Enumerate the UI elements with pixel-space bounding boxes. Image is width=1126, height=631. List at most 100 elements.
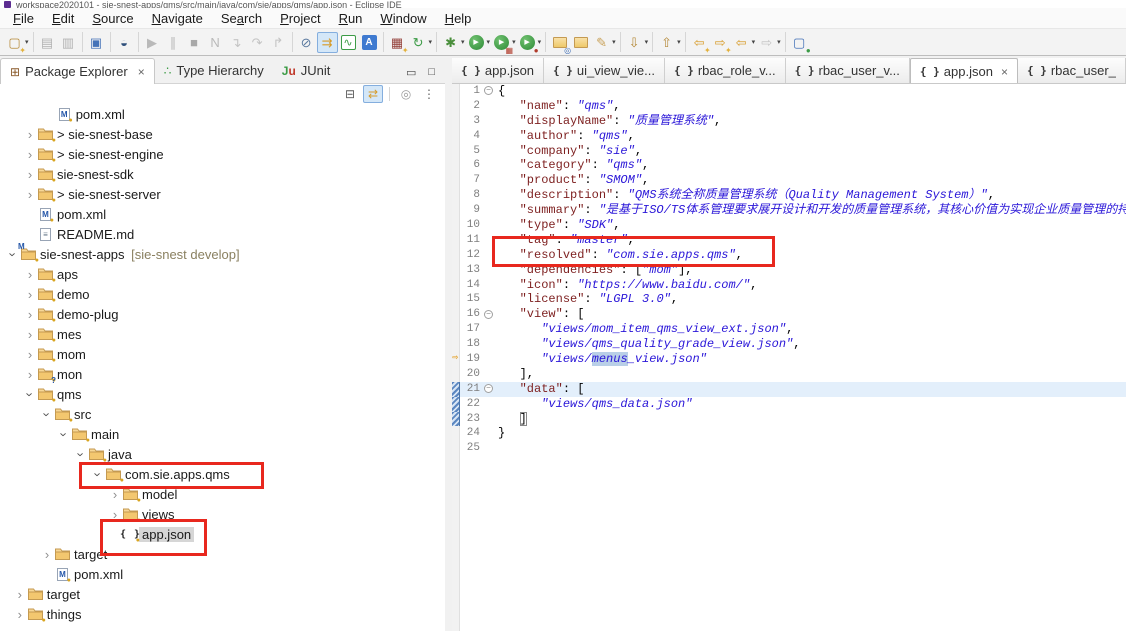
code-line-4[interactable]: 4 "author": "qms", (452, 129, 1126, 144)
menu-run[interactable]: Run (330, 10, 372, 27)
open-folder-button[interactable] (570, 32, 591, 53)
code-line-13[interactable]: 13 "dependencies": ["mom"], (452, 263, 1126, 278)
tree-item-mon[interactable]: ›●?mon (0, 364, 445, 384)
disconnect-button[interactable]: N (205, 32, 226, 53)
open-folder-remote-button[interactable]: ◎ (549, 32, 570, 53)
tree-item-java[interactable]: ›●java (0, 444, 445, 464)
editor-tab-app.json[interactable]: { }app.json× (910, 58, 1018, 84)
code-line-1[interactable]: 1−{ (452, 84, 1126, 99)
code-line-25[interactable]: 25 (452, 441, 1126, 456)
view-menu-button[interactable]: ⋮ (419, 85, 439, 103)
tree-item-sie-snest-server[interactable]: ›●> sie-snest-server (0, 184, 445, 204)
code-line-9[interactable]: 9 "summary": "是基于ISO/TS体系管理要求展开设计和开发的质量管… (452, 203, 1126, 218)
menu-edit[interactable]: Edit (43, 10, 83, 27)
collapse-all-button[interactable]: ⊟ (340, 85, 360, 103)
forward-history-button-dropdown[interactable]: ▾ (777, 38, 781, 46)
save-button[interactable]: ▤ (37, 32, 58, 53)
tree-item-readme.md[interactable]: ≡README.md (0, 224, 445, 244)
code-line-10[interactable]: 10 "type": "SDK", (452, 218, 1126, 233)
expand-arrow-icon[interactable]: › (23, 167, 37, 182)
code-line-16[interactable]: 16− "view": [ (452, 307, 1126, 322)
expand-arrow-icon[interactable]: › (23, 187, 37, 202)
step-over-button[interactable]: ↷ (247, 32, 268, 53)
editor-tab-app.json[interactable]: { }app.json (452, 58, 544, 83)
tree-item-app.json[interactable]: { }●app.json (0, 524, 445, 544)
terminate-button[interactable]: ■ (184, 32, 205, 53)
menu-source[interactable]: Source (83, 10, 142, 27)
menu-search[interactable]: Search (212, 10, 271, 27)
code-line-21[interactable]: 21− "data": [ (452, 382, 1126, 397)
tree-item-sie-snest-apps[interactable]: ›●Msie-snest-apps [sie-snest develop] (0, 244, 445, 264)
tree-item-demo[interactable]: ›●demo (0, 284, 445, 304)
back-history-button[interactable]: ⇦ (731, 32, 752, 53)
editor-tab-rbac-role-v...[interactable]: { }rbac_role_v... (665, 58, 786, 83)
gradle-refresh-button[interactable]: ↻ (408, 32, 429, 53)
expand-arrow-icon[interactable]: › (23, 327, 37, 342)
tree-item-sie-snest-engine[interactable]: ›●> sie-snest-engine (0, 144, 445, 164)
code-line-8[interactable]: 8 "description": "QMS系统全称质量管理系统（Quality … (452, 188, 1126, 203)
minimize-view-button[interactable]: ▭ (406, 66, 416, 79)
expand-arrow-icon[interactable]: › (23, 267, 37, 282)
resume-button[interactable]: ▶ (142, 32, 163, 53)
fold-collapse-icon[interactable]: − (484, 86, 493, 95)
tree-item-demo-plug[interactable]: ›●demo-plug (0, 304, 445, 324)
tree-item-com.sie.apps.qms[interactable]: ›●com.sie.apps.qms (0, 464, 445, 484)
menu-help[interactable]: Help (436, 10, 481, 27)
tree-item-sie-snest-base[interactable]: ›●> sie-snest-base (0, 124, 445, 144)
code-line-22[interactable]: 22 "views/qms_data.json" (452, 397, 1126, 412)
wand-button-dropdown[interactable]: ▾ (612, 38, 616, 46)
flashlight-search-button[interactable]: ◒ (114, 32, 135, 53)
code-line-20[interactable]: 20 ], (452, 367, 1126, 382)
run-button-dropdown[interactable]: ▾ (487, 38, 491, 46)
maximize-view-button[interactable]: □ (428, 66, 435, 79)
step-return-button[interactable]: ↱ (268, 32, 289, 53)
tree-item-src[interactable]: ›●src (0, 404, 445, 424)
expand-arrow-icon[interactable]: › (23, 147, 37, 162)
collapse-arrow-icon[interactable]: › (40, 407, 55, 421)
view-tab-junit[interactable]: JuJUnit (273, 58, 340, 83)
export-button-dropdown[interactable]: ▾ (677, 38, 681, 46)
back-history-button-dropdown[interactable]: ▾ (752, 38, 756, 46)
forward-edit-location-button[interactable]: ⇨✦ (710, 32, 731, 53)
tree-item-mes[interactable]: ›●mes (0, 324, 445, 344)
menu-file[interactable]: File (4, 10, 43, 27)
view-tab-type-hierarchy[interactable]: ∴Type Hierarchy (155, 58, 273, 83)
suspend-button[interactable]: ∥ (163, 32, 184, 53)
skip-breakpoints-button[interactable]: ⊘ (296, 32, 317, 53)
expand-arrow-icon[interactable]: › (108, 487, 122, 502)
export-button[interactable]: ⇧ (656, 32, 677, 53)
expand-arrow-icon[interactable]: › (13, 607, 27, 622)
menu-project[interactable]: Project (271, 10, 329, 27)
code-line-2[interactable]: 2 "name": "qms", (452, 99, 1126, 114)
code-line-24[interactable]: 24} (452, 426, 1126, 441)
import-button[interactable]: ⇩ (624, 32, 645, 53)
editor-tab-ui-view-vie...[interactable]: { }ui_view_vie... (544, 58, 665, 83)
editor-body[interactable]: 1−{2 "name": "qms",3 "displayName": "质量管… (452, 84, 1126, 631)
code-line-15[interactable]: 15 "license": "LGPL 3.0", (452, 292, 1126, 307)
tree-item-target[interactable]: ›target (0, 584, 445, 604)
code-line-23[interactable]: 23 ] (452, 412, 1126, 427)
tree-item-mom[interactable]: ›●mom (0, 344, 445, 364)
tree-item-views[interactable]: ›●views (0, 504, 445, 524)
panel-sash[interactable] (445, 56, 452, 631)
profile-run-button[interactable]: ▶● (517, 32, 538, 53)
code-line-5[interactable]: 5 "company": "sie", (452, 144, 1126, 159)
code-line-6[interactable]: 6 "category": "qms", (452, 158, 1126, 173)
forward-history-button[interactable]: ⇨ (756, 32, 777, 53)
expand-arrow-icon[interactable]: › (23, 367, 37, 382)
tree-item-sie-snest-sdk[interactable]: ›●sie-snest-sdk (0, 164, 445, 184)
tree-item-pom.xml[interactable]: M●pom.xml (0, 104, 445, 124)
save-all-button[interactable]: ▥ (58, 32, 79, 53)
menu-navigate[interactable]: Navigate (143, 10, 212, 27)
new-wizard-button[interactable]: ▢✦ (4, 32, 25, 53)
back-edit-location-button[interactable]: ⇦✦ (689, 32, 710, 53)
tree-item-qms[interactable]: ›●qms (0, 384, 445, 404)
tree-item-main[interactable]: ›●main (0, 424, 445, 444)
view-tab-package-explorer[interactable]: ⊞Package Explorer× (0, 58, 155, 84)
code-line-19[interactable]: ⇨19 "views/menus_view.json" (452, 352, 1126, 367)
code-line-18[interactable]: 18 "views/qms_quality_grade_view.json", (452, 337, 1126, 352)
collapse-arrow-icon[interactable]: › (23, 387, 38, 401)
close-tab-icon[interactable]: × (1001, 65, 1008, 79)
step-into-button[interactable]: ↴ (226, 32, 247, 53)
run-button[interactable]: ▶ (466, 32, 487, 53)
